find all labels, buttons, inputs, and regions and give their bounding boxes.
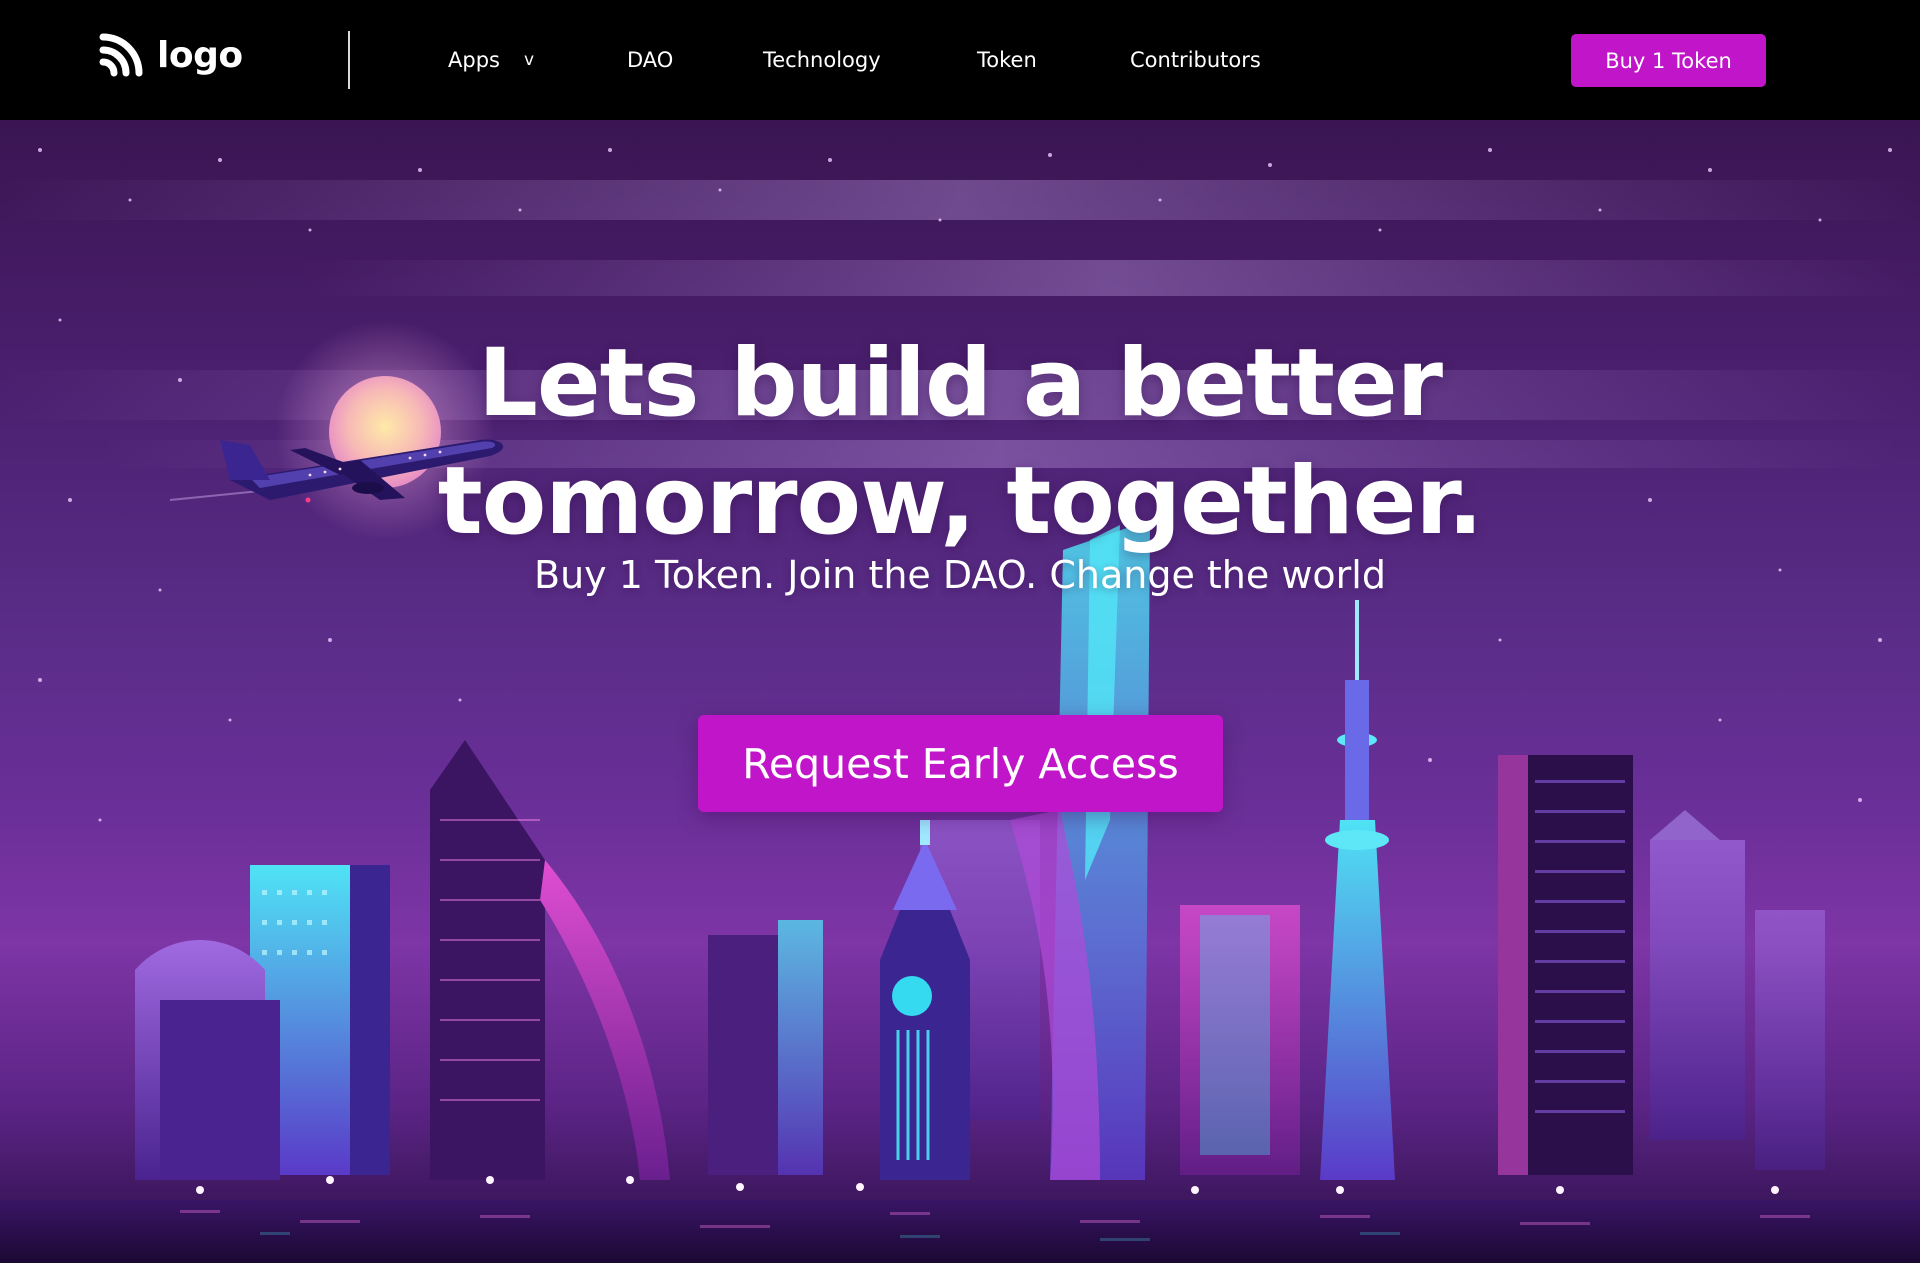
building bbox=[1650, 810, 1720, 840]
clock-tower bbox=[920, 820, 930, 845]
hero-section: Lets build a better tomorrow, together. … bbox=[0, 120, 1920, 1263]
building bbox=[778, 920, 823, 1175]
tower bbox=[1320, 820, 1395, 1180]
tower bbox=[1345, 680, 1369, 820]
nav-item-dao[interactable]: DAO bbox=[627, 45, 673, 75]
hero-title-line: Lets build a better bbox=[477, 329, 1443, 438]
buy-token-button[interactable]: Buy 1 Token bbox=[1571, 34, 1766, 87]
clock-face bbox=[892, 976, 932, 1016]
tower-deck bbox=[1325, 830, 1389, 850]
nav-item-label: Technology bbox=[763, 48, 881, 72]
nav-item-label: Token bbox=[977, 48, 1037, 72]
hero-title-line: tomorrow, together. bbox=[437, 447, 1483, 556]
nav-item-label: Contributors bbox=[1130, 48, 1261, 72]
building bbox=[1498, 755, 1528, 1175]
hero-title: Lets build a better tomorrow, together. bbox=[0, 325, 1920, 561]
building bbox=[1650, 840, 1745, 1140]
nav-item-token[interactable]: Token bbox=[977, 45, 1037, 75]
building bbox=[1755, 910, 1825, 1170]
top-navbar: logo Apps v DAO Technology Token Contrib… bbox=[0, 0, 1920, 120]
request-early-access-button[interactable]: Request Early Access bbox=[698, 715, 1223, 812]
neon-city-background-image bbox=[0, 148, 1920, 1263]
building bbox=[430, 740, 545, 1180]
nav-item-contributors[interactable]: Contributors bbox=[1130, 45, 1261, 75]
building bbox=[1200, 915, 1270, 1155]
nav-item-label: DAO bbox=[627, 48, 674, 72]
nav-item-apps[interactable]: Apps v bbox=[448, 45, 534, 75]
cloud-band bbox=[0, 180, 1920, 220]
water bbox=[0, 1200, 1920, 1263]
clock-tower bbox=[880, 910, 970, 1180]
chevron-down-icon: v bbox=[523, 50, 535, 70]
building bbox=[540, 860, 670, 1180]
nav-item-technology[interactable]: Technology bbox=[763, 45, 881, 75]
cloud-band bbox=[300, 260, 1920, 296]
nav-item-label: Apps bbox=[448, 48, 500, 72]
building bbox=[160, 1000, 280, 1180]
hero-subtitle: Buy 1 Token. Join the DAO. Change the wo… bbox=[534, 553, 1386, 597]
building bbox=[350, 865, 390, 1175]
building bbox=[708, 935, 778, 1175]
